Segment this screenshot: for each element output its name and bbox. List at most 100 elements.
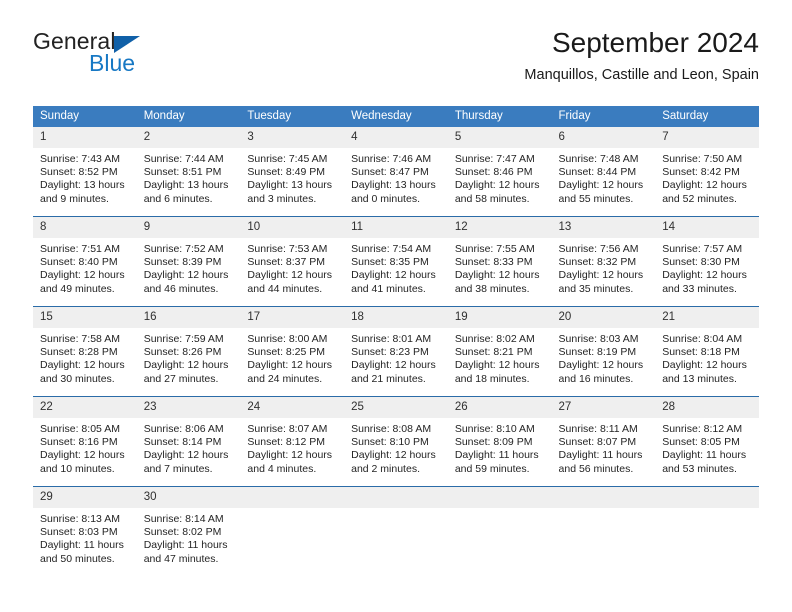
day-details: Sunrise: 7:50 AM Sunset: 8:42 PM Daylight:…	[655, 148, 759, 206]
sunset-time: Sunset: 8:47 PM	[351, 166, 429, 179]
calendar-header-row: Sunday Monday Tuesday Wednesday Thursday…	[33, 106, 759, 127]
calendar-day-cell[interactable]: 15 Sunrise: 7:58 AM Sunset: 8:28 PM Dayligh…	[33, 306, 137, 397]
calendar-day-cell[interactable]: 6 Sunrise: 7:48 AM Sunset: 8:44 PM Daylight…	[551, 127, 656, 217]
day-details: Sunrise: 8:02 AM Sunset: 8:21 PM Daylight:…	[448, 328, 552, 386]
day-details: Sunrise: 7:57 AM Sunset: 8:30 PM Daylight:…	[655, 238, 759, 296]
daylight-duration-line1: Daylight: 12 hours	[143, 449, 229, 462]
calendar-day-cell[interactable]: 11 Sunrise: 7:54 AM Sunset: 8:35 PM Dayligh…	[344, 216, 448, 307]
calendar-day-cell[interactable]: 9 Sunrise: 7:52 AM Sunset: 8:39 PM Daylight…	[136, 216, 241, 307]
weekday-header-tuesday: Tuesday	[240, 106, 345, 127]
daylight-duration-line1: Daylight: 12 hours	[351, 449, 436, 462]
calendar-day-cell[interactable]: 17 Sunrise: 8:00 AM Sunset: 8:25 PM Dayligh…	[240, 306, 345, 397]
sunset-time: Sunset: 8:26 PM	[143, 346, 222, 359]
daylight-duration-line2: and 21 minutes.	[351, 372, 426, 385]
calendar-day-cell[interactable]: 21 Sunrise: 8:04 AM Sunset: 8:18 PM Dayligh…	[655, 306, 759, 397]
calendar-day-cell[interactable]: 28 Sunrise: 8:12 AM Sunset: 8:05 PM Dayligh…	[655, 396, 759, 487]
calendar-day-cell[interactable]: 20 Sunrise: 8:03 AM Sunset: 8:19 PM Dayligh…	[551, 306, 656, 397]
calendar-day-cell[interactable]: 3 Sunrise: 7:45 AM Sunset: 8:49 PM Daylight…	[240, 127, 345, 217]
day-details: Sunrise: 8:01 AM Sunset: 8:23 PM Daylight:…	[344, 328, 448, 386]
day-details: Sunrise: 8:06 AM Sunset: 8:14 PM Daylight:…	[137, 418, 241, 476]
page-header: General Blue September 2024 Manquillos, …	[33, 26, 759, 98]
sunrise-time: Sunrise: 7:43 AM	[40, 153, 120, 165]
day-number: 29	[33, 487, 137, 508]
day-details	[240, 508, 344, 513]
day-box: 8 Sunrise: 7:51 AM Sunset: 8:40 PM Daylight…	[33, 217, 137, 306]
sunset-time: Sunset: 8:39 PM	[143, 256, 222, 269]
sunset-time: Sunset: 8:18 PM	[662, 346, 740, 359]
calendar-day-cell[interactable]: 18 Sunrise: 8:01 AM Sunset: 8:23 PM Dayligh…	[344, 306, 448, 397]
daylight-duration-line2: and 44 minutes.	[247, 282, 323, 295]
sunrise-time: Sunrise: 7:59 AM	[143, 333, 224, 345]
sunrise-time: Sunrise: 7:53 AM	[247, 243, 328, 255]
day-details: Sunrise: 8:00 AM Sunset: 8:25 PM Daylight:…	[240, 328, 344, 386]
day-details: Sunrise: 8:05 AM Sunset: 8:16 PM Daylight:…	[33, 418, 137, 476]
calendar-day-cell[interactable]: 1 Sunrise: 7:43 AM Sunset: 8:52 PM Daylight…	[33, 127, 137, 217]
day-details: Sunrise: 8:04 AM Sunset: 8:18 PM Daylight:…	[655, 328, 759, 386]
sunset-time: Sunset: 8:51 PM	[143, 166, 222, 179]
calendar-day-cell[interactable]: 27 Sunrise: 8:11 AM Sunset: 8:07 PM Dayligh…	[551, 396, 656, 487]
day-number: 11	[344, 217, 448, 238]
calendar-day-cell[interactable]: 5 Sunrise: 7:47 AM Sunset: 8:46 PM Daylight…	[447, 127, 552, 217]
daylight-duration-line2: and 50 minutes.	[40, 552, 115, 565]
calendar-day-cell[interactable]: 24 Sunrise: 8:07 AM Sunset: 8:12 PM Dayligh…	[240, 396, 345, 487]
sunset-time: Sunset: 8:42 PM	[662, 166, 740, 179]
daylight-duration-line1: Daylight: 12 hours	[247, 449, 333, 462]
calendar-day-cell[interactable]: 16 Sunrise: 7:59 AM Sunset: 8:26 PM Dayligh…	[136, 306, 241, 397]
day-details: Sunrise: 8:10 AM Sunset: 8:09 PM Daylight:…	[448, 418, 552, 476]
calendar-empty-cell	[447, 486, 552, 576]
sunrise-time: Sunrise: 8:12 AM	[662, 423, 743, 435]
day-box: 12 Sunrise: 7:55 AM Sunset: 8:33 PM Dayligh…	[447, 217, 552, 306]
title-block: September 2024 Manquillos, Castille and …	[524, 26, 759, 84]
calendar-day-cell[interactable]: 7 Sunrise: 7:50 AM Sunset: 8:42 PM Daylight…	[655, 127, 759, 217]
daylight-duration-line1: Daylight: 13 hours	[143, 179, 229, 192]
daylight-duration-line2: and 16 minutes.	[558, 372, 634, 385]
calendar-day-cell[interactable]: 12 Sunrise: 7:55 AM Sunset: 8:33 PM Dayligh…	[447, 216, 552, 307]
daylight-duration-line1: Daylight: 13 hours	[351, 179, 436, 192]
sunset-time: Sunset: 8:02 PM	[143, 526, 222, 539]
calendar-day-cell[interactable]: 26 Sunrise: 8:10 AM Sunset: 8:09 PM Dayligh…	[447, 396, 552, 487]
sunset-time: Sunset: 8:19 PM	[558, 346, 637, 359]
calendar-day-cell[interactable]: 25 Sunrise: 8:08 AM Sunset: 8:10 PM Dayligh…	[344, 396, 448, 487]
calendar-day-cell[interactable]: 10 Sunrise: 7:53 AM Sunset: 8:37 PM Dayligh…	[240, 216, 345, 307]
sunrise-time: Sunrise: 7:48 AM	[558, 153, 639, 165]
calendar-body: 1 Sunrise: 7:43 AM Sunset: 8:52 PM Daylight…	[33, 127, 759, 576]
daylight-duration-line2: and 55 minutes.	[558, 192, 634, 205]
calendar-day-cell[interactable]: 14 Sunrise: 7:57 AM Sunset: 8:30 PM Dayligh…	[655, 216, 759, 307]
day-box: 14 Sunrise: 7:57 AM Sunset: 8:30 PM Dayligh…	[655, 217, 759, 306]
calendar-day-cell[interactable]: 8 Sunrise: 7:51 AM Sunset: 8:40 PM Daylight…	[33, 216, 137, 307]
sunrise-time: Sunrise: 8:07 AM	[247, 423, 328, 435]
day-number: 28	[655, 397, 759, 418]
calendar-day-cell[interactable]: 22 Sunrise: 8:05 AM Sunset: 8:16 PM Dayligh…	[33, 396, 137, 487]
day-number	[655, 487, 759, 508]
day-details: Sunrise: 7:52 AM Sunset: 8:39 PM Daylight:…	[137, 238, 241, 296]
daylight-duration-line1: Daylight: 12 hours	[454, 179, 540, 192]
calendar-day-cell[interactable]: 29 Sunrise: 8:13 AM Sunset: 8:03 PM Dayligh…	[33, 486, 137, 576]
calendar-day-cell[interactable]: 2 Sunrise: 7:44 AM Sunset: 8:51 PM Daylight…	[136, 127, 241, 217]
calendar-week-row: 8 Sunrise: 7:51 AM Sunset: 8:40 PM Daylight…	[33, 216, 759, 307]
day-box	[447, 487, 552, 576]
day-number: 4	[344, 127, 448, 148]
calendar-day-cell[interactable]: 4 Sunrise: 7:46 AM Sunset: 8:47 PM Daylight…	[344, 127, 448, 217]
sunset-time: Sunset: 8:49 PM	[247, 166, 326, 179]
daylight-duration-line2: and 13 minutes.	[662, 372, 737, 385]
sunrise-time: Sunrise: 8:05 AM	[40, 423, 120, 435]
daylight-duration-line1: Daylight: 12 hours	[558, 179, 644, 192]
sunset-time: Sunset: 8:32 PM	[558, 256, 637, 269]
sunrise-time: Sunrise: 8:06 AM	[143, 423, 224, 435]
day-box: 27 Sunrise: 8:11 AM Sunset: 8:07 PM Dayligh…	[551, 397, 656, 486]
day-details: Sunrise: 7:51 AM Sunset: 8:40 PM Daylight:…	[33, 238, 137, 296]
sunrise-sunset-calendar: Sunday Monday Tuesday Wednesday Thursday…	[33, 106, 759, 576]
calendar-day-cell[interactable]: 13 Sunrise: 7:56 AM Sunset: 8:32 PM Dayligh…	[551, 216, 656, 307]
weekday-header-thursday: Thursday	[447, 106, 552, 127]
daylight-duration-line2: and 18 minutes.	[454, 372, 530, 385]
sunrise-time: Sunrise: 7:45 AM	[247, 153, 328, 165]
day-details: Sunrise: 7:59 AM Sunset: 8:26 PM Daylight:…	[137, 328, 241, 386]
sunset-time: Sunset: 8:21 PM	[454, 346, 533, 359]
calendar-day-cell[interactable]: 19 Sunrise: 8:02 AM Sunset: 8:21 PM Dayligh…	[447, 306, 552, 397]
general-blue-logo[interactable]: General Blue	[33, 28, 233, 82]
daylight-duration-line1: Daylight: 11 hours	[454, 449, 539, 462]
calendar-day-cell[interactable]: 30 Sunrise: 8:14 AM Sunset: 8:02 PM Dayligh…	[136, 486, 241, 576]
day-number: 26	[447, 397, 552, 418]
sunrise-time: Sunrise: 8:08 AM	[351, 423, 432, 435]
calendar-day-cell[interactable]: 23 Sunrise: 8:06 AM Sunset: 8:14 PM Dayligh…	[136, 396, 241, 487]
